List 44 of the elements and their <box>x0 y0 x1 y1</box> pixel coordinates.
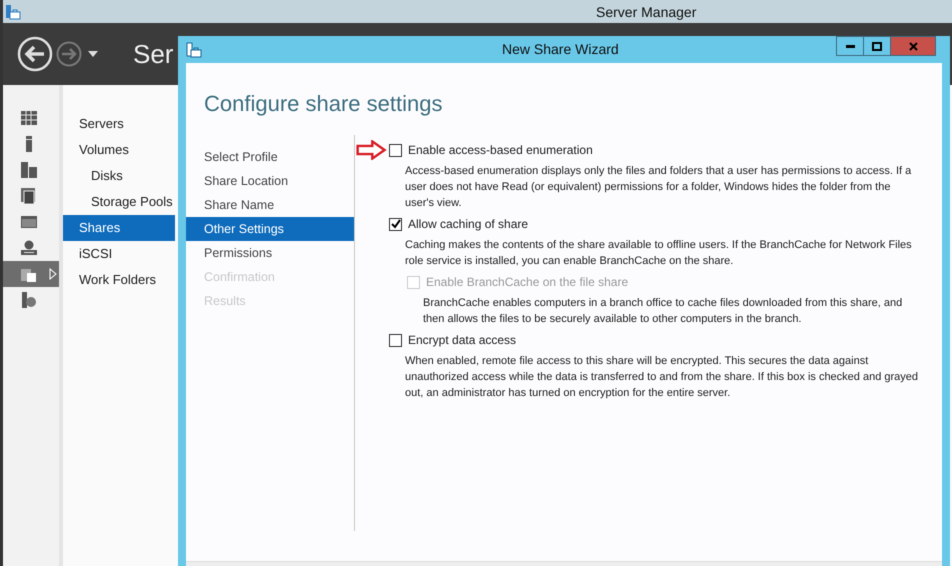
nav-item[interactable]: iSCSI <box>63 241 175 267</box>
checkbox-box[interactable] <box>389 218 402 230</box>
wizard-step[interactable]: Other Settings <box>186 217 354 241</box>
dialog-title: New Share Wizard <box>502 41 619 57</box>
back-icon[interactable] <box>17 36 53 72</box>
close-icon <box>908 42 918 50</box>
app-icon <box>186 42 202 58</box>
maximize-button[interactable] <box>863 36 891 56</box>
nav-item[interactable]: Work Folders <box>63 267 175 293</box>
app-icon <box>5 4 21 20</box>
option-description: BranchCache enables computers in a branch office to cache files downloaded from this share, and then allows the files to be securely available to other computers in the branch. <box>423 296 904 327</box>
close-button[interactable] <box>890 36 936 56</box>
option-description: Caching makes the contents of the share available to offline users. If the BranchCache for Network Files role service is installed, you can enable BranchCache on the share. <box>405 238 913 269</box>
network-icon <box>21 240 37 256</box>
minimize-button[interactable] <box>836 36 864 56</box>
option-description: Access-based enumeration displays only the files and folders that a user has permissions to access. If a user does not have Read (or equivalent) permissions for a folder, Windows hides the folder from the user's view. <box>405 164 912 211</box>
wizard-step[interactable]: Share Location <box>186 169 354 193</box>
storage-icon <box>21 188 37 204</box>
dashboard-icon <box>21 110 37 126</box>
forward-icon[interactable] <box>56 41 82 67</box>
expand-icon[interactable] <box>49 268 57 280</box>
option-description: When enabled, remote file access to this share will be encrypted. This secures the data against unauthorized access while the data is transferred to and from the share. If this box is checked and grayed out, an administrator has turned on encryption for the entire server. <box>405 354 920 401</box>
checkbox-box[interactable] <box>389 144 402 156</box>
nav-item[interactable]: Disks <box>63 163 175 189</box>
sidebar-item[interactable] <box>3 261 59 287</box>
wizard-step[interactable]: Permissions <box>186 241 354 265</box>
maximize-icon <box>872 42 882 50</box>
window-icon <box>21 214 37 230</box>
folders-icon <box>21 266 37 282</box>
nav-item[interactable]: Volumes <box>63 137 175 163</box>
nav-item[interactable]: Servers <box>63 111 175 137</box>
header-title: Ser <box>133 38 174 70</box>
minimize-icon <box>846 44 854 48</box>
globe-icon <box>21 292 37 308</box>
nav-item[interactable]: Shares <box>63 215 175 241</box>
dropdown-icon[interactable] <box>88 51 98 57</box>
servers-icon <box>21 162 37 178</box>
page-heading: Configure share settings <box>203 90 444 118</box>
checkmark-icon <box>390 219 400 229</box>
checkbox-box[interactable] <box>389 334 402 346</box>
window-title: Server Manager <box>596 4 696 20</box>
wizard-step[interactable]: Share Name <box>186 193 354 217</box>
nav-item[interactable]: Storage Pools <box>63 189 175 215</box>
wizard-step[interactable]: Select Profile <box>186 145 354 169</box>
